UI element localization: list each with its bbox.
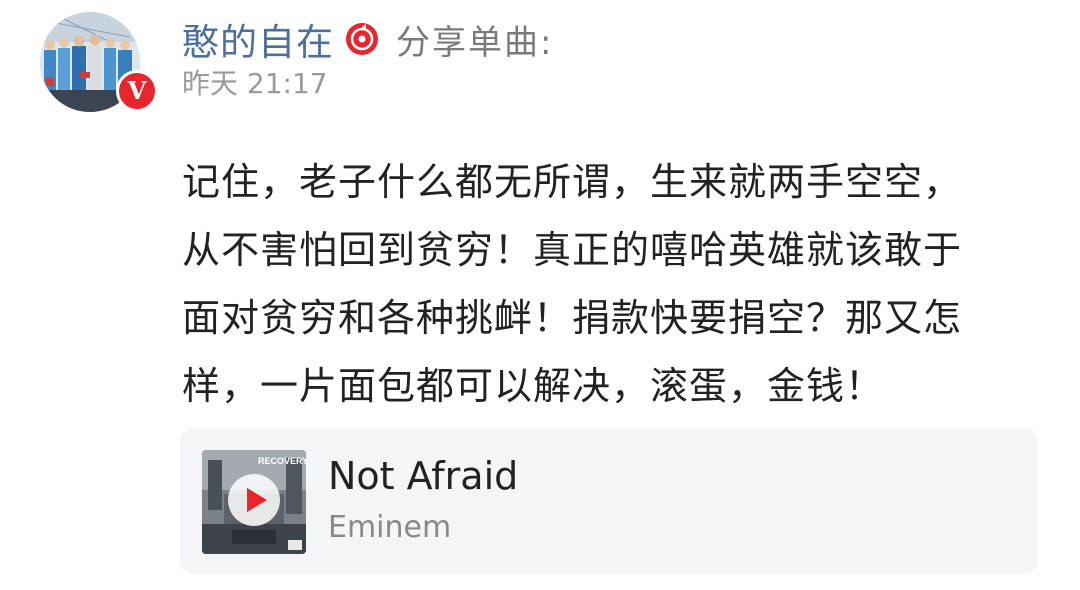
post-body-line: 面对贫穷和各种挑衅！捐款快要捐空？那又怎 (182, 296, 963, 340)
album-cover-title: RECOVERY (258, 456, 306, 466)
share-label: 分享单曲: (396, 22, 554, 63)
post-body-line: 样，一片面包都可以解决，滚蛋，金钱！ (182, 364, 885, 408)
music-card[interactable]: RECOVERY Not Afraid Eminem (180, 428, 1038, 574)
post-timestamp: 昨天 21:17 (182, 67, 328, 100)
post-body-line: 记住，老子什么都无所谓，生来就两手空空， (182, 160, 963, 204)
post-header: 憨的自在 分享单曲: (182, 14, 553, 64)
song-title[interactable]: Not Afraid (328, 454, 518, 498)
post-body: 记住，老子什么都无所谓，生来就两手空空， 从不害怕回到贫穷！真正的嘻哈英雄就该敢… (182, 148, 1042, 420)
avatar-container[interactable]: V (40, 12, 158, 122)
album-cover-image: RECOVERY (202, 450, 306, 554)
verified-badge-icon: V (116, 70, 158, 112)
music-note-icon (344, 21, 380, 57)
song-artist[interactable]: Eminem (328, 510, 451, 545)
username-link[interactable]: 憨的自在 (182, 12, 334, 66)
album-cover[interactable]: RECOVERY (202, 450, 306, 554)
weibo-post: V 憨的自在 分享单曲: 昨天 21:17 记住，老子什么都无所谓，生来就两手空… (0, 0, 1080, 590)
post-body-line: 从不害怕回到贫穷！真正的嘻哈英雄就该敢于 (182, 228, 963, 272)
